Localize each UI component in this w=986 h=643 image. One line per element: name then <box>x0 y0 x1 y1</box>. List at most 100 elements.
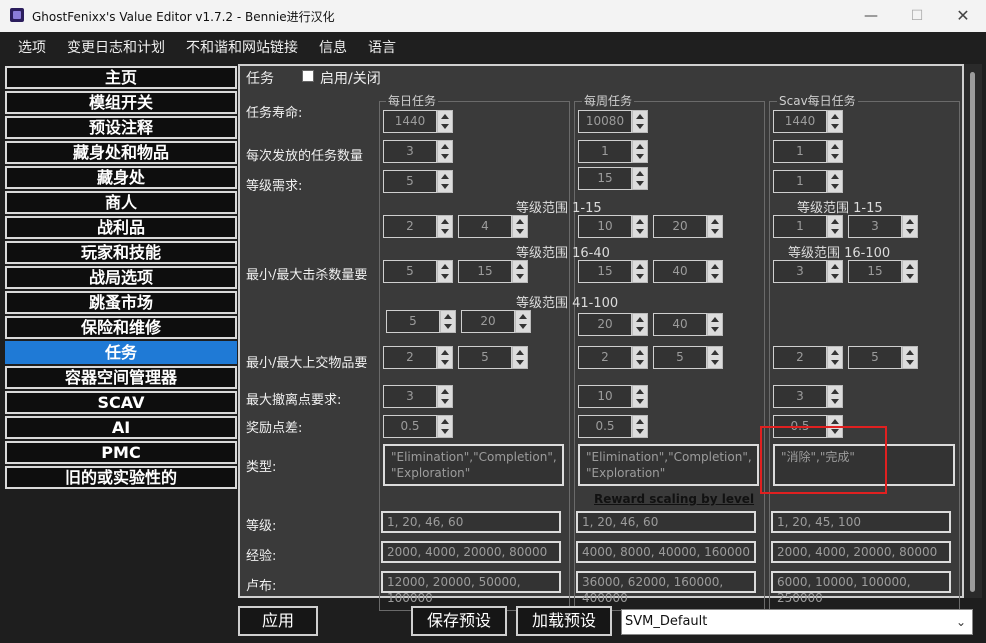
arrow-down-icon[interactable] <box>906 360 914 365</box>
menu-options[interactable]: 选项 <box>18 37 46 57</box>
sidebar-item-container-manager[interactable]: 容器空间管理器 <box>5 366 237 389</box>
daily-r1-min-stepper[interactable] <box>437 215 453 238</box>
arrow-up-icon[interactable] <box>636 419 644 424</box>
arrow-up-icon[interactable] <box>636 219 644 224</box>
daily-r2-min-value[interactable]: 5 <box>383 260 437 283</box>
arrow-down-icon[interactable] <box>516 360 524 365</box>
daily-reward-value[interactable]: 0.5 <box>383 415 437 438</box>
weekly-items-min-value[interactable]: 2 <box>578 346 632 369</box>
weekly-r1-min-stepper[interactable] <box>632 215 648 238</box>
scav-r2-max-value[interactable]: 15 <box>848 260 902 283</box>
scav-r1-max-value[interactable]: 3 <box>848 215 902 238</box>
arrow-up-icon[interactable] <box>831 419 839 424</box>
daily-r1-max-value[interactable]: 4 <box>458 215 512 238</box>
arrow-up-icon[interactable] <box>711 317 719 322</box>
arrow-down-icon[interactable] <box>711 229 719 234</box>
weekly-r2-max-value[interactable]: 40 <box>653 260 707 283</box>
scav-exp-field[interactable]: 2000, 4000, 20000, 80000 <box>771 541 951 563</box>
daily-exp-field[interactable]: 2000, 4000, 20000, 80000 <box>381 541 561 563</box>
weekly-level-value[interactable]: 15 <box>578 167 632 190</box>
weekly-r2-min-value[interactable]: 15 <box>578 260 632 283</box>
arrow-up-icon[interactable] <box>441 350 449 355</box>
daily-count-value[interactable]: 3 <box>383 140 437 163</box>
weekly-r2-max-spin[interactable]: 40 <box>653 260 725 283</box>
arrow-down-icon[interactable] <box>636 124 644 129</box>
weekly-level-spin[interactable]: 15 <box>578 167 650 190</box>
apply-button[interactable]: 应用 <box>238 606 318 636</box>
daily-r3-min-spin[interactable]: 5 <box>386 310 458 333</box>
scav-r2-max-spin[interactable]: 15 <box>848 260 920 283</box>
scav-items-max-value[interactable]: 5 <box>848 346 902 369</box>
scav-level-value[interactable]: 1 <box>773 170 827 193</box>
weekly-r3-max-stepper[interactable] <box>707 313 723 336</box>
weekly-types-field[interactable]: "Elimination","Completion", "Exploration… <box>578 444 759 486</box>
scav-items-max-stepper[interactable] <box>902 346 918 369</box>
scav-r2-min-spin[interactable]: 3 <box>773 260 845 283</box>
weekly-r3-min-value[interactable]: 20 <box>578 313 632 336</box>
sidebar-item-raid-options[interactable]: 战局选项 <box>5 266 237 289</box>
sidebar-item-quests[interactable]: 任务 <box>5 341 237 364</box>
arrow-up-icon[interactable] <box>441 144 449 149</box>
weekly-items-min-spin[interactable]: 2 <box>578 346 650 369</box>
arrow-down-icon[interactable] <box>831 154 839 159</box>
arrow-up-icon[interactable] <box>516 264 524 269</box>
weekly-items-max-stepper[interactable] <box>707 346 723 369</box>
scav-exits-stepper[interactable] <box>827 385 843 408</box>
menu-changelog[interactable]: 变更日志和计划 <box>67 37 165 57</box>
arrow-up-icon[interactable] <box>441 174 449 179</box>
weekly-r3-max-value[interactable]: 40 <box>653 313 707 336</box>
arrow-up-icon[interactable] <box>906 350 914 355</box>
arrow-up-icon[interactable] <box>441 219 449 224</box>
daily-r3-max-value[interactable]: 20 <box>461 310 515 333</box>
scav-r2-min-stepper[interactable] <box>827 260 843 283</box>
daily-items-min-stepper[interactable] <box>437 346 453 369</box>
sidebar-item-stash-items[interactable]: 藏身处和物品 <box>5 141 237 164</box>
arrow-up-icon[interactable] <box>831 219 839 224</box>
arrow-up-icon[interactable] <box>516 350 524 355</box>
arrow-down-icon[interactable] <box>636 429 644 434</box>
sidebar-item-player-skills[interactable]: 玩家和技能 <box>5 241 237 264</box>
close-button[interactable]: ✕ <box>940 0 986 32</box>
arrow-down-icon[interactable] <box>441 274 449 279</box>
arrow-down-icon[interactable] <box>444 324 452 329</box>
arrow-up-icon[interactable] <box>711 264 719 269</box>
scav-items-min-spin[interactable]: 2 <box>773 346 845 369</box>
weekly-r1-max-value[interactable]: 20 <box>653 215 707 238</box>
arrow-down-icon[interactable] <box>906 274 914 279</box>
arrow-down-icon[interactable] <box>636 181 644 186</box>
arrow-up-icon[interactable] <box>441 419 449 424</box>
weekly-r2-max-stepper[interactable] <box>707 260 723 283</box>
arrow-up-icon[interactable] <box>441 264 449 269</box>
weekly-reward-stepper[interactable] <box>632 415 648 438</box>
weekly-r1-max-spin[interactable]: 20 <box>653 215 725 238</box>
weekly-lifetime-spin[interactable]: 10080 <box>578 110 650 133</box>
arrow-up-icon[interactable] <box>906 219 914 224</box>
preset-select[interactable]: SVM_Default ⌄ <box>621 609 973 635</box>
daily-reward-spin[interactable]: 0.5 <box>383 415 455 438</box>
arrow-up-icon[interactable] <box>711 219 719 224</box>
daily-r1-min-value[interactable]: 2 <box>383 215 437 238</box>
arrow-up-icon[interactable] <box>831 174 839 179</box>
weekly-count-stepper[interactable] <box>632 140 648 163</box>
daily-level-spin[interactable]: 5 <box>383 170 455 193</box>
scav-exits-spin[interactable]: 3 <box>773 385 845 408</box>
arrow-up-icon[interactable] <box>636 144 644 149</box>
scav-r2-min-value[interactable]: 3 <box>773 260 827 283</box>
sidebar-item-legacy-experimental[interactable]: 旧的或实验性的 <box>5 466 237 489</box>
arrow-up-icon[interactable] <box>636 317 644 322</box>
menu-info[interactable]: 信息 <box>319 37 347 57</box>
weekly-items-max-value[interactable]: 5 <box>653 346 707 369</box>
daily-items-max-stepper[interactable] <box>512 346 528 369</box>
daily-roubles-field[interactable]: 12000, 20000, 50000, 100000 <box>381 571 561 605</box>
weekly-r1-min-spin[interactable]: 10 <box>578 215 650 238</box>
daily-r2-max-value[interactable]: 15 <box>458 260 512 283</box>
daily-exits-stepper[interactable] <box>437 385 453 408</box>
sidebar-item-ai[interactable]: AI <box>5 416 237 439</box>
arrow-down-icon[interactable] <box>441 154 449 159</box>
weekly-reward-spin[interactable]: 0.5 <box>578 415 650 438</box>
arrow-down-icon[interactable] <box>516 274 524 279</box>
scav-count-spin[interactable]: 1 <box>773 140 845 163</box>
arrow-up-icon[interactable] <box>636 350 644 355</box>
arrow-down-icon[interactable] <box>636 399 644 404</box>
weekly-r1-min-value[interactable]: 10 <box>578 215 632 238</box>
